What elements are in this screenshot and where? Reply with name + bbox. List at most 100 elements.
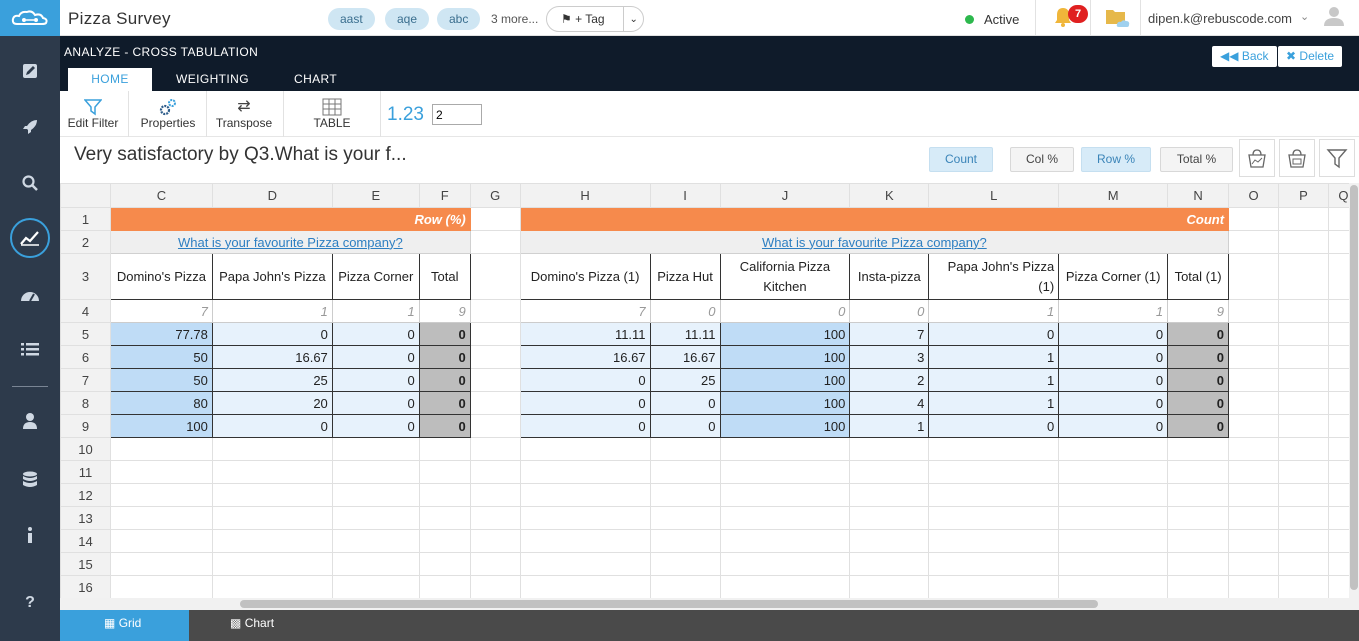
grid-cell[interactable]: [1228, 391, 1279, 415]
right-value-cell[interactable]: 0: [928, 414, 1060, 438]
grid-cell[interactable]: [331, 552, 420, 576]
back-button[interactable]: ◀◀ Back: [1212, 46, 1277, 67]
right-value-cell[interactable]: 0: [1058, 345, 1169, 369]
grid-cell[interactable]: [1277, 552, 1329, 576]
grid-cell[interactable]: [469, 460, 521, 484]
grid-cell[interactable]: [331, 437, 420, 461]
right-value-cell[interactable]: 1: [928, 368, 1060, 392]
grid-cell[interactable]: [469, 552, 521, 576]
left-value-cell[interactable]: 0: [211, 414, 333, 438]
grid-cell[interactable]: [1277, 575, 1329, 598]
left-value-cell[interactable]: 0: [331, 391, 420, 415]
right-base-count[interactable]: 9: [1167, 299, 1230, 323]
grid-cell[interactable]: [331, 460, 420, 484]
left-value-cell[interactable]: 0: [418, 414, 471, 438]
right-value-cell[interactable]: 100: [719, 368, 851, 392]
folder-cloud-icon[interactable]: [1105, 7, 1131, 34]
grid-cell[interactable]: [928, 460, 1060, 484]
right-value-cell[interactable]: 0: [1167, 414, 1230, 438]
right-base-count[interactable]: 0: [719, 299, 851, 323]
left-base-count[interactable]: 9: [418, 299, 471, 323]
grid-cell[interactable]: [1277, 207, 1329, 231]
save-bag-icon[interactable]: [1279, 139, 1315, 177]
grid-cell[interactable]: [719, 460, 851, 484]
grid-cell[interactable]: [331, 483, 420, 507]
avatar[interactable]: [1323, 5, 1347, 29]
grid-cell[interactable]: [211, 460, 333, 484]
grid-cell[interactable]: [109, 552, 213, 576]
grid-cell[interactable]: [519, 552, 651, 576]
corner-cell[interactable]: [60, 183, 111, 208]
left-value-cell[interactable]: 25: [211, 368, 333, 392]
grid-cell[interactable]: [469, 575, 521, 598]
export-bag-icon[interactable]: [1239, 139, 1275, 177]
grid-cell[interactable]: [418, 483, 471, 507]
chevron-down-icon[interactable]: ⌄: [623, 7, 643, 31]
grid-cell[interactable]: [1277, 322, 1329, 346]
right-value-cell[interactable]: 4: [849, 391, 930, 415]
grid-cell[interactable]: [849, 460, 930, 484]
left-value-cell[interactable]: 0: [211, 322, 333, 346]
grid-cell[interactable]: [109, 437, 213, 461]
grid-cell[interactable]: [519, 575, 651, 598]
right-value-cell[interactable]: 0: [1058, 414, 1169, 438]
grid-cell[interactable]: [1277, 253, 1329, 300]
app-logo[interactable]: [0, 0, 60, 36]
row-header[interactable]: 11: [60, 460, 111, 484]
grid-cell[interactable]: [519, 506, 651, 530]
grid-cell[interactable]: [719, 506, 851, 530]
grid-cell[interactable]: [469, 253, 521, 300]
grid-cell[interactable]: [1228, 414, 1279, 438]
user-icon[interactable]: [0, 403, 60, 439]
grid-cell[interactable]: [519, 483, 651, 507]
left-value-cell[interactable]: 0: [331, 368, 420, 392]
right-value-cell[interactable]: 11.11: [519, 322, 651, 346]
edit-filter-button[interactable]: Edit Filter: [64, 91, 122, 137]
grid-cell[interactable]: [211, 483, 333, 507]
grid-cell[interactable]: [928, 506, 1060, 530]
right-value-cell[interactable]: 0: [519, 368, 651, 392]
column-header[interactable]: E: [331, 183, 420, 208]
grid-cell[interactable]: [649, 460, 721, 484]
right-value-cell[interactable]: 0: [1058, 368, 1169, 392]
grid-cell[interactable]: [331, 506, 420, 530]
grid-cell[interactable]: [928, 437, 1060, 461]
row-header[interactable]: 3: [60, 253, 111, 300]
right-base-count[interactable]: 1: [928, 299, 1060, 323]
right-value-cell[interactable]: 1: [928, 345, 1060, 369]
row-header[interactable]: 8: [60, 391, 111, 415]
grid-cell[interactable]: [469, 230, 521, 254]
grid-cell[interactable]: [719, 552, 851, 576]
right-value-cell[interactable]: 11.11: [649, 322, 721, 346]
column-header[interactable]: F: [418, 183, 471, 208]
grid-cell[interactable]: [1058, 483, 1169, 507]
grid-cell[interactable]: [418, 460, 471, 484]
grid-cell[interactable]: [719, 437, 851, 461]
left-value-cell[interactable]: 80: [109, 391, 213, 415]
grid-cell[interactable]: [1277, 391, 1329, 415]
grid-cell[interactable]: [928, 575, 1060, 598]
column-header[interactable]: N: [1167, 183, 1230, 208]
grid-cell[interactable]: [1058, 575, 1169, 598]
more-tags-link[interactable]: 3 more...: [491, 12, 538, 26]
tag-chip-aast[interactable]: aast: [328, 8, 375, 30]
grid-cell[interactable]: [109, 460, 213, 484]
grid-cell[interactable]: [469, 529, 521, 553]
right-value-cell[interactable]: 1: [928, 391, 1060, 415]
filter-icon[interactable]: [1319, 139, 1355, 177]
tab-weighting[interactable]: WEIGHTING: [164, 68, 261, 91]
column-header[interactable]: H: [519, 183, 651, 208]
grid-cell[interactable]: [1277, 414, 1329, 438]
column-header[interactable]: L: [928, 183, 1060, 208]
grid-cell[interactable]: [469, 391, 521, 415]
row-header[interactable]: 13: [60, 506, 111, 530]
grid-cell[interactable]: [418, 506, 471, 530]
grid-cell[interactable]: [1167, 575, 1230, 598]
grid-cell[interactable]: [1167, 437, 1230, 461]
grid-cell[interactable]: [469, 437, 521, 461]
tab-home[interactable]: HOME: [68, 68, 152, 91]
right-value-cell[interactable]: 16.67: [649, 345, 721, 369]
grid-cell[interactable]: [928, 529, 1060, 553]
grid-cell[interactable]: [1228, 437, 1279, 461]
row-header[interactable]: 7: [60, 368, 111, 392]
